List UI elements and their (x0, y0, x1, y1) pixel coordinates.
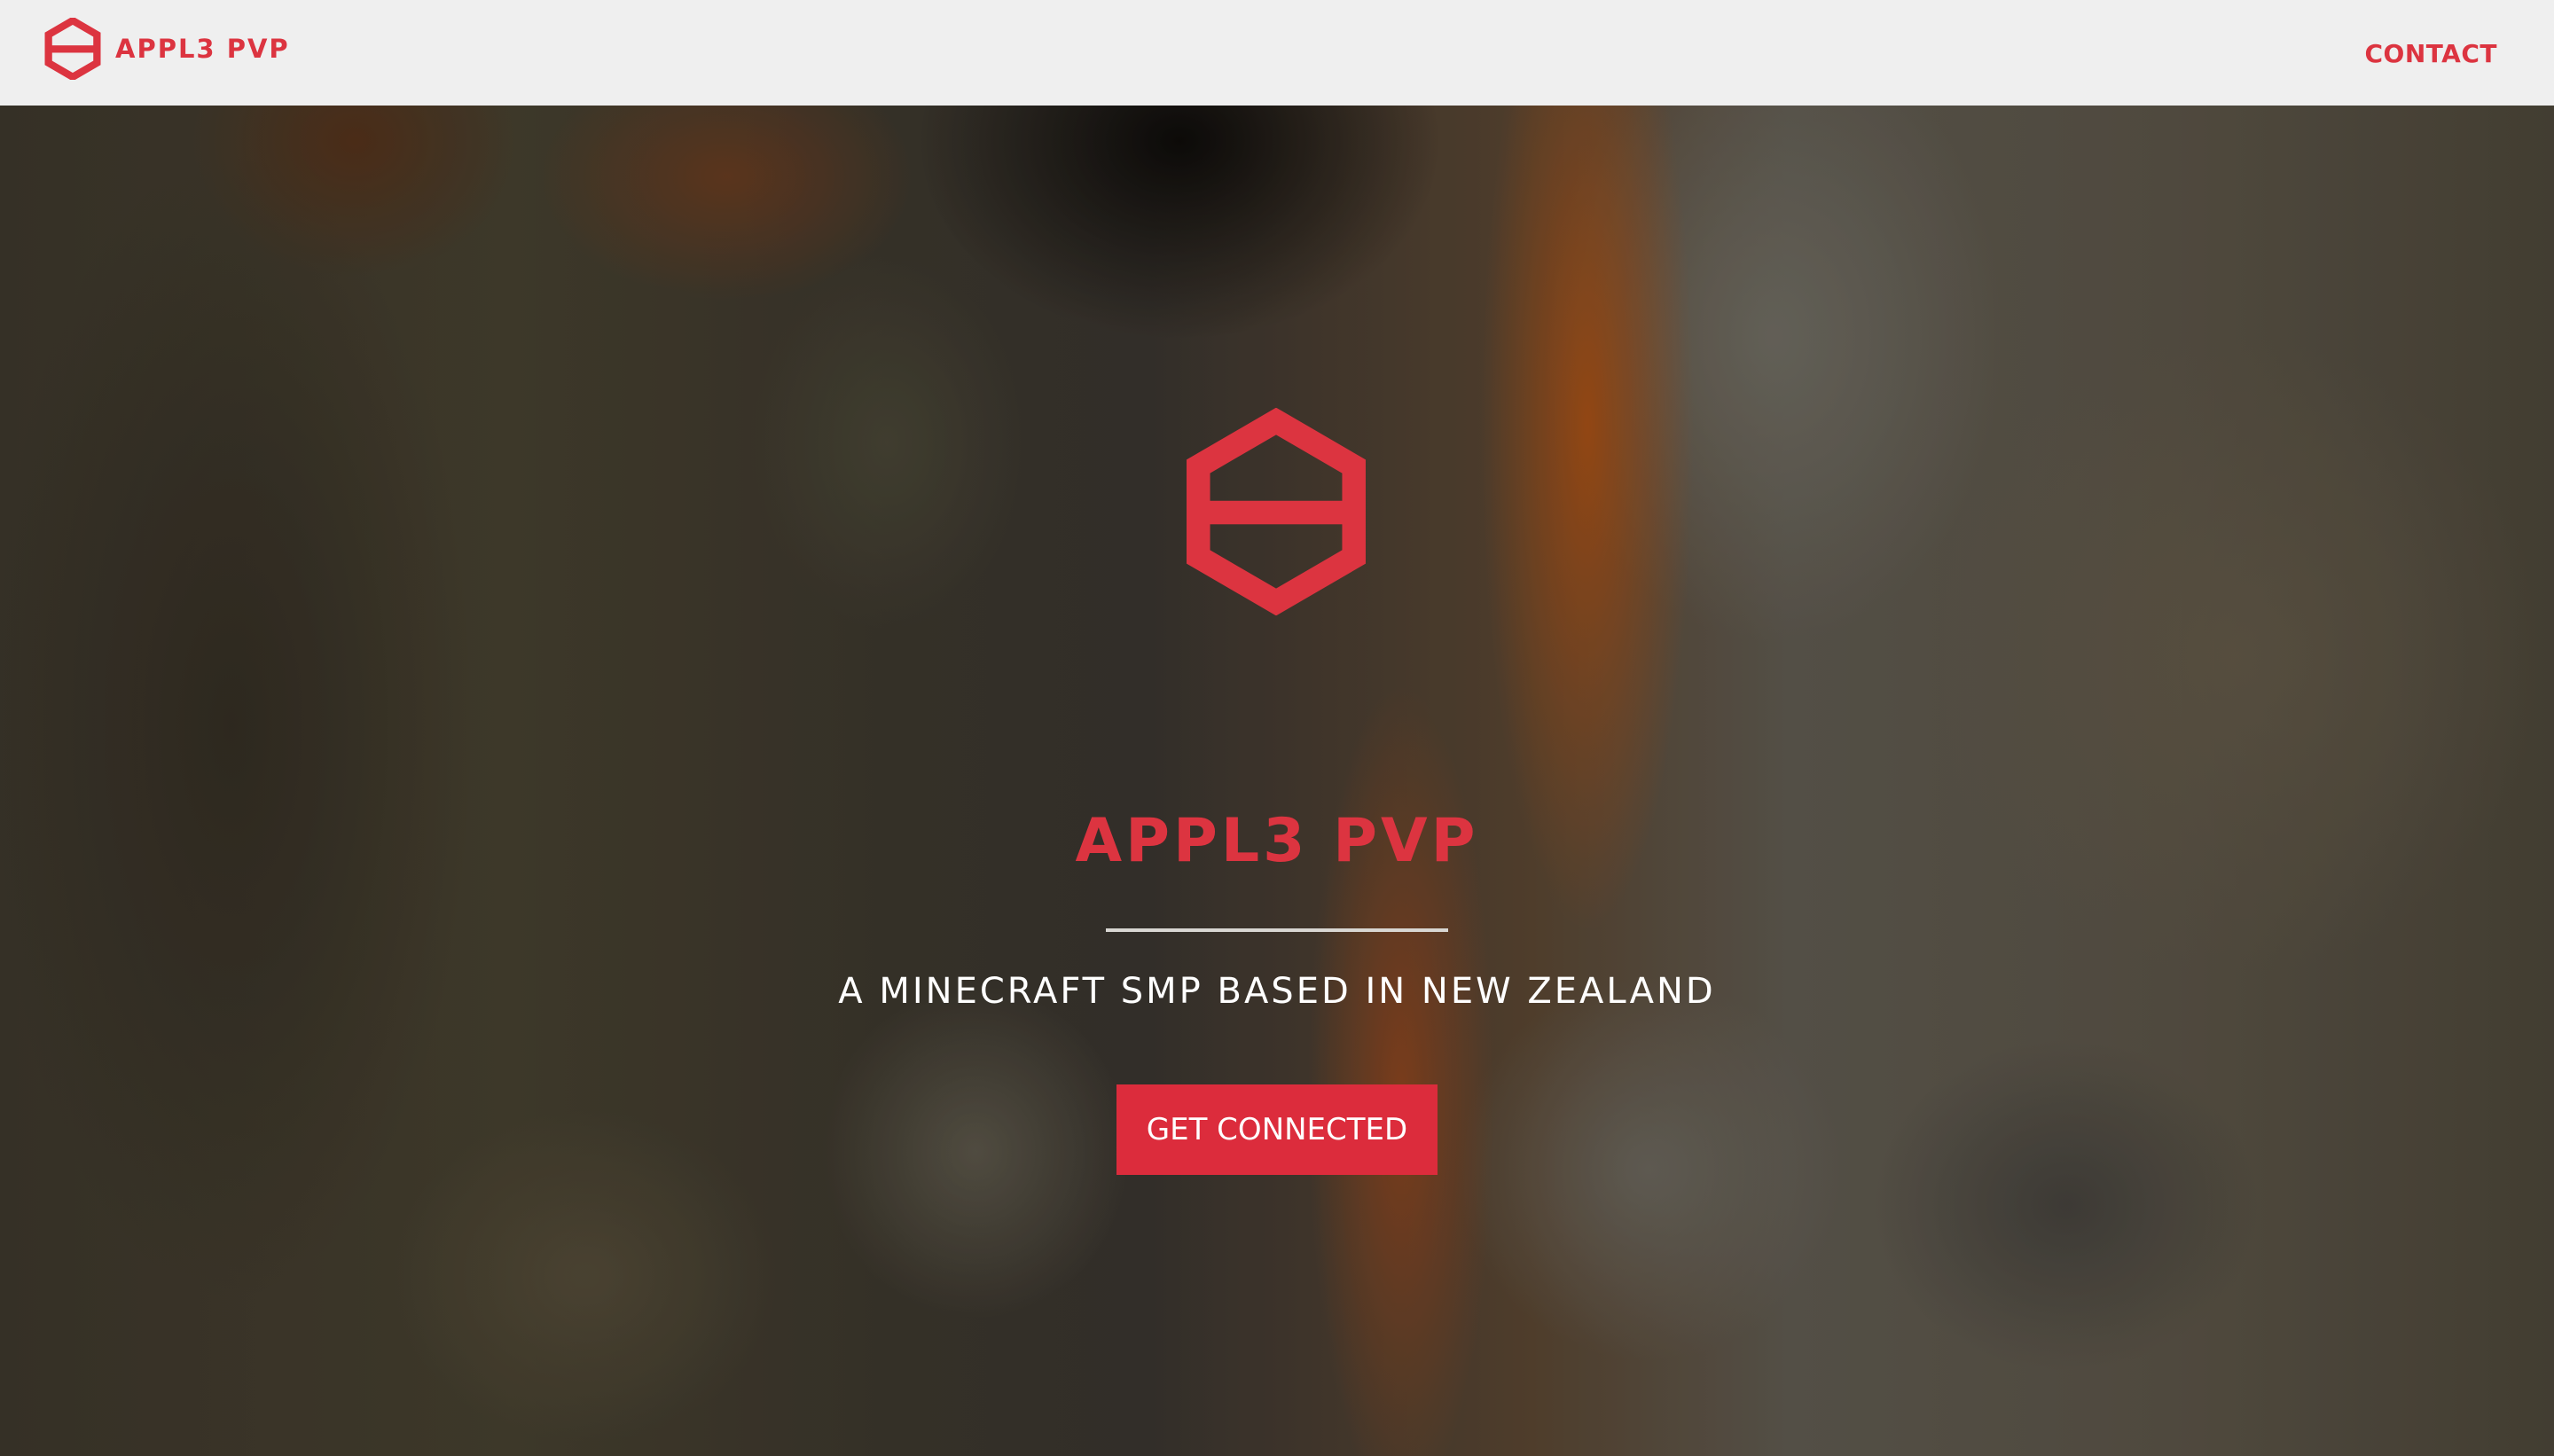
hero-subtitle: A MINECRAFT SMP BASED IN NEW ZEALAND (838, 971, 1716, 1012)
hero-title: APPL3 PVP (1075, 806, 1479, 876)
hexagon-logo-icon (1187, 408, 1366, 615)
hero-background-overlay (0, 106, 2554, 1456)
hero-section: APPL3 PVP A MINECRAFT SMP BASED IN NEW Z… (0, 106, 2554, 1456)
nav-contact-link[interactable]: CONTACT (2364, 39, 2497, 68)
brand-name: APPL3 PVP (115, 34, 290, 64)
top-navbar: APPL3 PVP CONTACT (0, 0, 2554, 106)
hexagon-logo-icon (44, 18, 101, 80)
hero-divider (1106, 928, 1448, 932)
get-connected-button[interactable]: GET CONNECTED (1116, 1084, 1438, 1175)
brand-home-link[interactable]: APPL3 PVP (44, 18, 290, 80)
